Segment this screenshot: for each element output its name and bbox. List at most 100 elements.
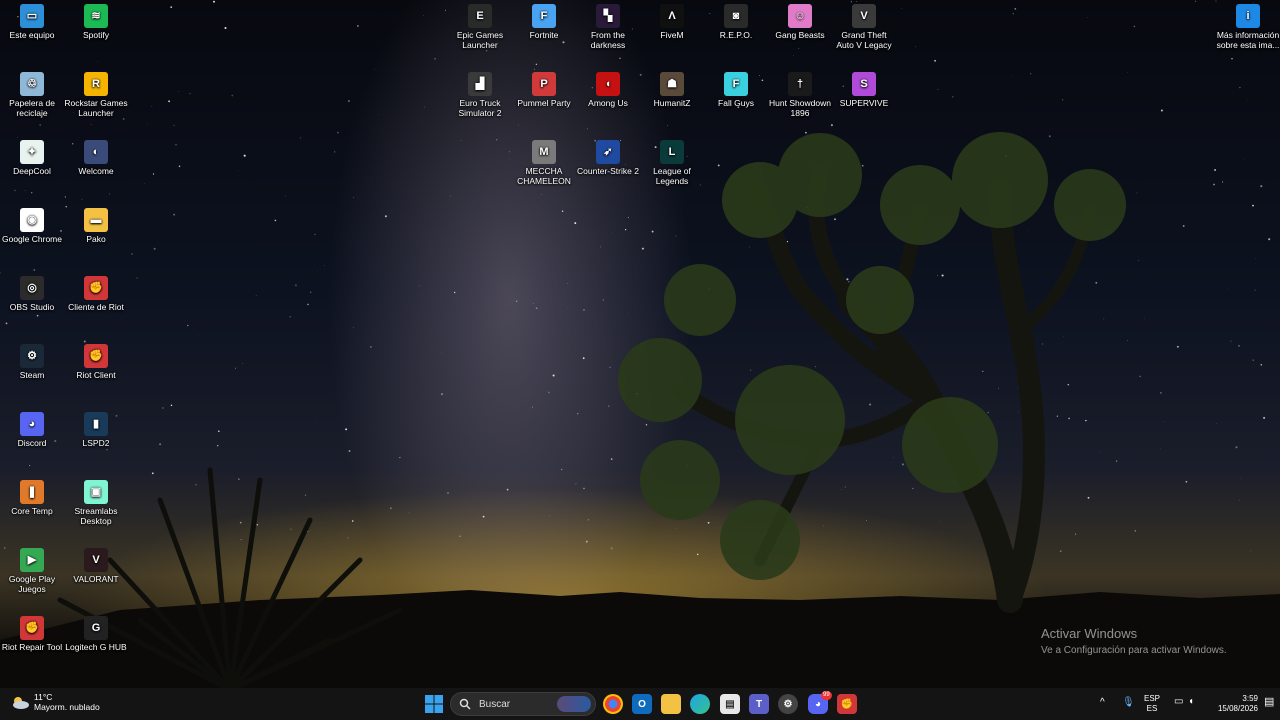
desktop-icon-label: OBS Studio [9, 302, 55, 312]
desktop-icon[interactable]: ▬ Pako [64, 204, 128, 244]
desktop-icon[interactable]: ◉ Google Chrome [0, 204, 64, 244]
app-icon: ▶ [20, 548, 44, 572]
desktop-icon-label: Cliente de Riot [68, 302, 124, 312]
teams-taskbar-icon[interactable]: T [749, 694, 769, 714]
desktop-icon[interactable]: ≋ Spotify [64, 0, 128, 40]
desktop-icon[interactable]: ✦ DeepCool [0, 136, 64, 176]
clock[interactable]: 3:59 15/08/2026 [1208, 694, 1258, 714]
app-icon: Λ [660, 4, 684, 28]
desktop-icon[interactable]: ◐ Welcome [64, 136, 128, 176]
desktop-icon-label: Streamlabs Desktop [74, 506, 118, 526]
app-icon: ▚ [596, 4, 620, 28]
app-icon: M [532, 140, 556, 164]
desktop-icon[interactable]: ▟ Euro Truck Simulator 2 [448, 68, 512, 118]
weather-temp: 11°C [34, 692, 53, 702]
desktop-icon-label: MECCHA CHAMELEON [517, 166, 571, 186]
desktop-icon[interactable]: E Epic Games Launcher [448, 0, 512, 50]
desktop-icon[interactable]: R Rockstar Games Launcher [64, 68, 128, 118]
desktop-icon[interactable]: ◙ R.E.P.O. [704, 0, 768, 40]
desktop-icon[interactable]: ▚ From the darkness [576, 0, 640, 50]
language-indicator[interactable]: ESP ES [1144, 694, 1160, 714]
desktop-icon[interactable]: F Fall Guys [704, 68, 768, 108]
desktop-icon[interactable]: i Más información sobre esta ima... [1216, 0, 1280, 50]
desktop-icon-label: Among Us [588, 98, 628, 108]
app-icon: S [852, 72, 876, 96]
desktop-icon[interactable]: ◕ Discord [0, 408, 64, 448]
desktop-icon[interactable]: ◖ Among Us [576, 68, 640, 108]
desktop-icon[interactable]: ▭ Este equipo [0, 0, 64, 40]
desktop-icon[interactable]: S SUPERVIVE [832, 68, 896, 108]
chrome-taskbar-icon[interactable] [603, 694, 623, 714]
app-icon: P [532, 72, 556, 96]
app-icon: ▭ [20, 4, 44, 28]
desktop-icon[interactable]: ⚙ Steam [0, 340, 64, 380]
desktop-icon[interactable]: ◎ OBS Studio [0, 272, 64, 312]
desktop-icon-label: Pako [86, 234, 106, 244]
desktop-icon[interactable]: L League of Legends [640, 136, 704, 186]
desktop-icon-label: Google Chrome [1, 234, 62, 244]
app-icon: ≋ [84, 4, 108, 28]
desktop-icon[interactable]: ☗ HumanitZ [640, 68, 704, 108]
app-icon: ☗ [660, 72, 684, 96]
desktop-icon-label: Spotify [83, 30, 109, 40]
outlook-taskbar-icon[interactable]: O [632, 694, 652, 714]
riot-client-taskbar-icon[interactable]: ✊ [837, 694, 857, 714]
clock-date: 15/08/2026 [1217, 704, 1258, 713]
lang-top: ESP [1144, 694, 1161, 703]
activation-subtitle: Ve a Configuración para activar Windows. [1041, 645, 1227, 656]
volume-icon[interactable]: ◖ [1188, 697, 1194, 707]
app-icon: F [724, 72, 748, 96]
desktop-icon[interactable]: ▮ LSPD2 [64, 408, 128, 448]
app-icon: ✊ [84, 276, 108, 300]
taskbar-search[interactable]: Buscar [450, 692, 596, 716]
desktop-icon-label: From the darkness [590, 30, 626, 50]
desktop-icon[interactable]: ▣ Streamlabs Desktop [64, 476, 128, 526]
desktop-icon[interactable]: V Grand Theft Auto V Legacy [832, 0, 896, 50]
app-icon: ◎ [20, 276, 44, 300]
desktop-icon-label: Rockstar Games Launcher [64, 98, 128, 118]
notifications-icon[interactable]: ▤ [1264, 697, 1274, 708]
desktop-icon-label: VALORANT [73, 574, 119, 584]
app-icon: G [84, 616, 108, 640]
microphone-icon[interactable]: 🎙 [1122, 698, 1135, 708]
app-icon: ▬ [84, 208, 108, 232]
chevron-up-icon[interactable]: ^ [1100, 698, 1105, 708]
network-icon[interactable]: ▭ [1174, 697, 1183, 707]
windows-start-icon[interactable] [424, 694, 444, 714]
desktop-icon[interactable]: G Logitech G HUB [64, 612, 128, 652]
search-placeholder: Buscar [479, 698, 511, 710]
desktop-icon[interactable]: Λ FiveM [640, 0, 704, 40]
desktop-icon-label: Hunt Showdown 1896 [769, 98, 831, 118]
steam-taskbar-icon[interactable]: ⚙ [778, 694, 798, 714]
desktop-icon-label: DeepCool [13, 166, 51, 176]
desktop-icon[interactable]: ✊ Riot Client [64, 340, 128, 380]
store-taskbar-icon[interactable]: ▤ [720, 694, 740, 714]
desktop-icon-label: R.E.P.O. [719, 30, 753, 40]
app-icon: i [1236, 4, 1260, 28]
desktop-icon-label: FiveM [660, 30, 684, 40]
desktop-icon-label: Riot Client [76, 370, 116, 380]
app-icon: ▣ [84, 480, 108, 504]
app-icon: ❚ [20, 480, 44, 504]
desktop-icon-label: Papelera de reciclaje [9, 98, 55, 118]
weather-widget[interactable]: 11°C Mayorm. nublado [10, 692, 100, 712]
taskbar: 11°C Mayorm. nublado Buscar O ▤ T ⚙ ◕ 99… [0, 688, 1280, 720]
app-icon: ◐ [84, 140, 108, 164]
desktop-icon[interactable]: ☺ Gang Beasts [768, 0, 832, 40]
desktop-icon[interactable]: ▶ Google Play Juegos [0, 544, 64, 594]
file-explorer-taskbar-icon[interactable] [661, 694, 681, 714]
edge-taskbar-icon[interactable] [690, 694, 710, 714]
desktop-icon[interactable]: ✊ Cliente de Riot [64, 272, 128, 312]
desktop-icon[interactable]: † Hunt Showdown 1896 [768, 68, 832, 118]
desktop-icon-label: Welcome [78, 166, 114, 176]
desktop-icon[interactable]: P Pummel Party [512, 68, 576, 108]
desktop-icon[interactable]: ➶ Counter-Strike 2 [576, 136, 640, 176]
desktop-icon[interactable]: F Fortnite [512, 0, 576, 40]
desktop-icon[interactable]: ✊ Riot Repair Tool [0, 612, 64, 652]
desktop-icon[interactable]: ♲ Papelera de reciclaje [0, 68, 64, 118]
desktop-icon[interactable]: V VALORANT [64, 544, 128, 584]
desktop-icon[interactable]: ❚ Core Temp [0, 476, 64, 516]
desktop-icon[interactable]: M MECCHA CHAMELEON [512, 136, 576, 186]
search-highlight-icon [557, 696, 591, 712]
activation-title: Activar Windows [1041, 626, 1138, 641]
